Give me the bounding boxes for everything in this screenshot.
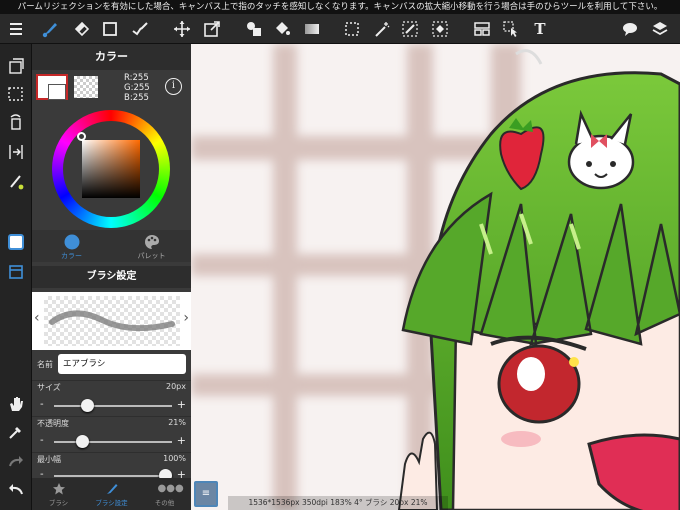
minus-icon[interactable]: - [40,469,44,478]
tab-palette[interactable]: パレット [112,232,191,262]
plus-icon[interactable]: + [177,434,186,447]
brush-panel-icon[interactable] [4,260,28,284]
color-circle-icon [64,234,80,250]
preview-checker [44,296,180,346]
color-toggle-icon[interactable] [4,230,28,254]
select-eraser-icon[interactable] [428,17,452,41]
opacity-track [54,441,172,443]
size-track [54,405,172,407]
hue-marker[interactable] [77,132,86,141]
eraser-icon[interactable] [70,17,94,41]
foreground-color-swatch[interactable] [36,74,68,100]
undo-icon[interactable] [4,478,28,502]
brush-stroke-preview: ‹ › [32,292,191,350]
tab-brush-settings[interactable]: ブラシ設定 [85,480,138,507]
size-row: サイズ 20px - + [32,380,191,416]
opacity-slider[interactable]: - + [38,433,188,449]
size-knob[interactable] [81,399,95,412]
minus-icon[interactable]: - [40,399,44,410]
rect-icon[interactable] [98,17,122,41]
min-width-label: 最小幅 [37,455,61,464]
drawing-canvas[interactable] [191,44,680,510]
tab-color[interactable]: カラー [32,232,111,262]
text-icon[interactable]: T [528,17,552,41]
brush-icon [105,482,119,496]
opacity-value: 21% [168,418,186,427]
rotate-icon[interactable] [4,110,28,134]
select-pen-icon[interactable] [398,17,422,41]
opacity-row: 不透明度 21% - + [32,416,191,452]
background-color-swatch[interactable] [74,76,98,98]
brush-bottom-tabs: ブラシ ブラシ設定 ●●● その他 [32,478,191,510]
brush-name-row: 名前 エアブラシ [32,352,191,376]
top-toolbar: T [0,14,680,44]
magic-wand-icon[interactable] [370,17,394,41]
gradient-icon[interactable] [300,17,324,41]
plus-icon[interactable]: + [177,398,186,411]
saturation-value-square[interactable] [82,140,140,198]
chevron-left-icon[interactable]: ‹ [34,310,40,326]
canvas-status-bar: 1536*1536px 350dpi 183% 4° ブラシ 20px 21% [228,496,448,510]
palette-icon [144,234,160,250]
rgb-readout: R:255 G:255 B:255 [124,73,150,103]
layers-icon[interactable] [648,17,672,41]
more-dots-icon: ●●● [157,483,184,494]
operation-icon[interactable] [499,17,523,41]
tab-brush[interactable]: ブラシ [32,480,85,507]
brush-name-label: 名前 [37,360,53,369]
correction-icon[interactable] [128,17,152,41]
artwork [191,44,680,510]
bucket-icon[interactable] [270,17,294,41]
minus-icon[interactable]: - [40,435,44,446]
select-rect-icon[interactable] [340,17,364,41]
color-panel-title: カラー [32,44,191,70]
snap-pen-icon[interactable] [4,170,28,194]
redo-icon[interactable] [4,450,28,474]
hand-tool-icon[interactable] [4,392,28,416]
tab-other[interactable]: ●●● その他 [138,480,191,507]
transform-icon[interactable] [200,17,224,41]
opacity-label: 不透明度 [37,419,69,428]
tab-color-label: カラー [61,252,82,260]
size-label: サイズ [37,383,61,392]
min-width-track [54,475,172,477]
tab-brush-settings-label: ブラシ設定 [95,499,128,507]
move-icon[interactable] [170,17,194,41]
opacity-knob[interactable] [76,435,90,448]
info-icon[interactable]: i [165,78,182,95]
palm-rejection-message: パームリジェクションを有効にした場合、キャンバス上で指のタッチを感知しなくなりま… [0,0,680,14]
min-width-slider[interactable]: - + [38,467,188,478]
tab-palette-label: パレット [137,252,166,260]
navigator-icon[interactable] [4,54,28,78]
fill-shape-icon[interactable] [242,17,266,41]
brush-icon[interactable] [38,17,62,41]
tab-other-label: その他 [154,499,175,507]
rgb-r: R:255 [124,73,149,83]
rgb-g: G:255 [124,83,150,93]
star-icon [52,482,66,496]
tab-brush-label: ブラシ [48,499,69,507]
brush-name-field[interactable]: エアブラシ [58,354,186,374]
menu-icon[interactable] [4,17,28,41]
speech-bubble-icon[interactable] [618,17,642,41]
min-width-value: 100% [163,454,186,463]
left-sidebar [0,44,32,510]
min-width-row: 最小幅 100% - + [32,452,191,478]
eyedropper-icon[interactable] [4,420,28,444]
min-width-knob[interactable] [159,469,172,478]
flip-icon[interactable] [4,140,28,164]
rgb-b: B:255 [124,93,149,103]
layer-move-icon[interactable] [470,17,494,41]
color-tabs: カラー パレット [32,230,191,262]
side-panel: カラー R:255 G:255 B:255 i カラー パレット ブラシ設定 ‹… [32,44,191,510]
canvas-menu-handle[interactable]: ≡ [194,481,218,507]
selection-icon[interactable] [4,82,28,106]
size-slider[interactable]: - + [38,397,188,413]
brush-settings-title: ブラシ設定 [32,266,191,288]
chevron-right-icon[interactable]: › [183,310,189,326]
plus-icon[interactable]: + [177,468,186,478]
size-value: 20px [166,382,186,391]
